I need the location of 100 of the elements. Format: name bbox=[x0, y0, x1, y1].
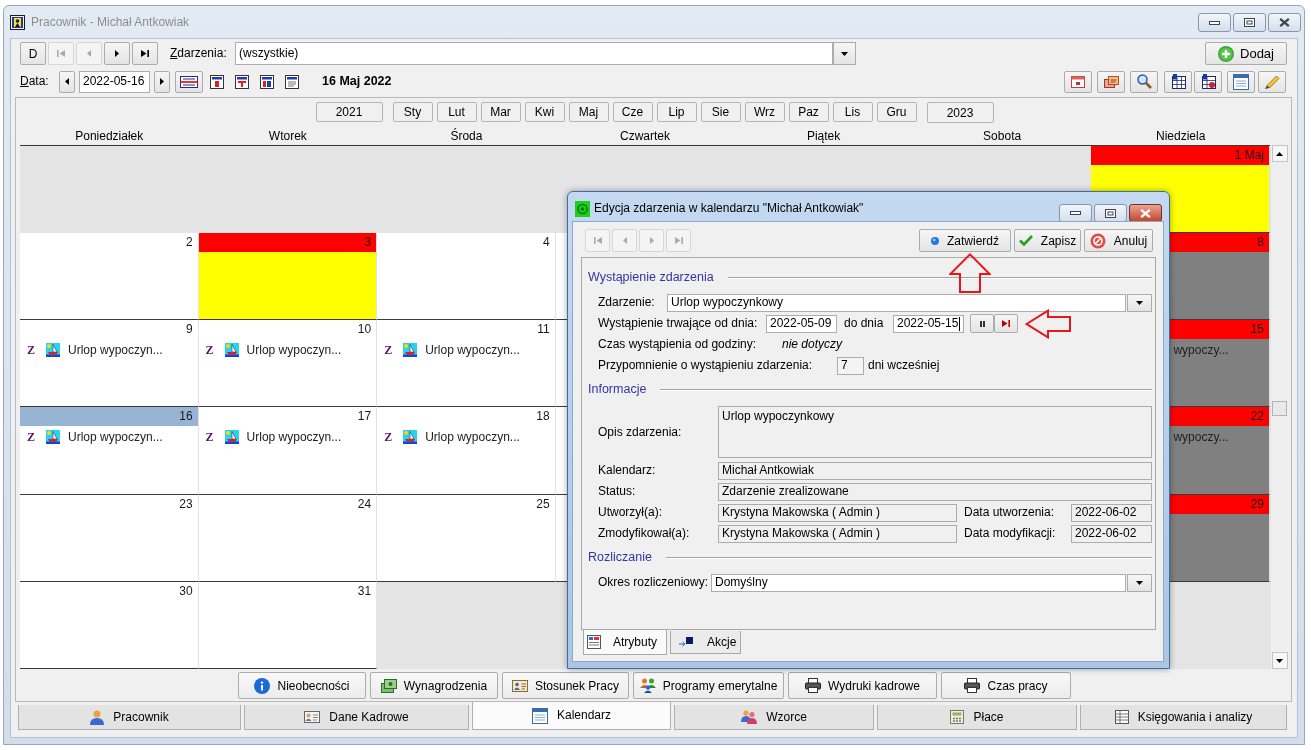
toolbar-button[interactable] bbox=[1097, 70, 1125, 93]
action-button[interactable]: Anuluj bbox=[1084, 229, 1153, 252]
previous-day-button[interactable] bbox=[59, 70, 75, 93]
calendar-list-icon[interactable] bbox=[285, 74, 299, 89]
day-cell[interactable]: 25 bbox=[377, 494, 556, 582]
event-title[interactable]: Urlop wypoczyn... bbox=[246, 430, 342, 445]
module-button[interactable]: Nieobecności bbox=[238, 672, 366, 699]
month-button[interactable]: Lut bbox=[436, 102, 477, 122]
event-title[interactable]: wypoczy... bbox=[1173, 430, 1229, 445]
day-cell[interactable]: 4 bbox=[377, 233, 556, 321]
readonly-field[interactable]: Zdarzenie zrealizowane bbox=[718, 482, 1152, 501]
event-title[interactable]: wypoczy... bbox=[1173, 342, 1229, 358]
filter-field[interactable]: (wszystkie) bbox=[235, 42, 833, 65]
range-button[interactable] bbox=[970, 314, 994, 333]
day-cell[interactable]: 18 Z Urlop wypoczyn... bbox=[377, 407, 556, 495]
day-cell[interactable]: 10 Z Urlop wypoczyn... bbox=[198, 320, 378, 408]
module-button[interactable]: Czas pracy bbox=[941, 672, 1071, 699]
month-button[interactable]: Paz bbox=[788, 102, 829, 122]
add-button[interactable]: Dodaj bbox=[1205, 42, 1287, 65]
date-field[interactable]: 2022-05-09 bbox=[766, 314, 837, 333]
minimize-button[interactable] bbox=[1059, 204, 1092, 222]
person-icon bbox=[90, 709, 105, 725]
calendar-icon bbox=[180, 75, 198, 88]
dropdown-button[interactable] bbox=[833, 42, 856, 65]
date-field[interactable]: 2022-05-16 bbox=[79, 70, 150, 93]
calendar-month-icon[interactable] bbox=[260, 74, 274, 89]
scroll-down-button[interactable] bbox=[1271, 652, 1288, 669]
sailboat-icon bbox=[46, 343, 60, 358]
event-title[interactable]: Urlop wypoczyn... bbox=[246, 342, 342, 358]
month-button[interactable]: Sie bbox=[700, 102, 741, 122]
month-button[interactable]: Cze bbox=[612, 102, 653, 122]
date-field[interactable]: 2022-05-15 bbox=[893, 314, 964, 333]
close-button[interactable] bbox=[1129, 204, 1162, 222]
module-button[interactable]: Wydruki kadrowe bbox=[788, 672, 937, 699]
number-field[interactable]: 7 bbox=[837, 356, 864, 375]
month-button[interactable]: Maj bbox=[568, 102, 609, 122]
readonly-field[interactable]: Krystyna Makowska ( Admin ) bbox=[718, 503, 957, 522]
close-button[interactable] bbox=[1268, 13, 1301, 32]
calendar-week-icon[interactable] bbox=[235, 74, 249, 89]
main-tab[interactable]: Pracownik bbox=[18, 705, 241, 730]
day-cell[interactable]: 31 bbox=[198, 581, 378, 669]
main-tab[interactable]: Dane Kadrowe bbox=[244, 705, 469, 730]
readonly-field[interactable]: Michał Antkowiak bbox=[718, 461, 1152, 480]
scrollbar[interactable] bbox=[1270, 145, 1288, 669]
nav-button[interactable] bbox=[132, 42, 158, 65]
scroll-up-button[interactable] bbox=[1271, 145, 1288, 162]
main-tab[interactable]: Księgowania i analizy bbox=[1080, 705, 1287, 730]
module-button[interactable]: Programy emerytalne bbox=[633, 672, 784, 699]
day-cell[interactable]: 16 Z Urlop wypoczyn... bbox=[20, 407, 199, 495]
month-button[interactable]: Kwi bbox=[524, 102, 565, 122]
calendar-day-icon[interactable] bbox=[210, 74, 224, 89]
action-button[interactable]: Zapisz bbox=[1014, 229, 1081, 252]
month-button[interactable]: Mar bbox=[480, 102, 521, 122]
day-cell[interactable]: 23 bbox=[20, 494, 199, 582]
module-button[interactable]: Stosunek Pracy bbox=[502, 672, 629, 699]
month-button[interactable]: Lip bbox=[656, 102, 697, 122]
day-cell[interactable]: 24 bbox=[198, 494, 378, 582]
dropdown-button[interactable] bbox=[1127, 293, 1152, 312]
readonly-field[interactable]: Krystyna Makowska ( Admin ) bbox=[718, 524, 957, 543]
day-cell[interactable]: 2 bbox=[20, 233, 199, 321]
module-button[interactable]: Wynagrodzenia bbox=[370, 672, 498, 699]
toolbar-button[interactable] bbox=[1194, 70, 1222, 93]
description-field[interactable]: Urlop wypoczynkowy bbox=[718, 406, 1152, 458]
toolbar-button[interactable] bbox=[1164, 70, 1192, 93]
scrollbar-thumb[interactable] bbox=[1272, 401, 1287, 416]
calendar-button[interactable] bbox=[175, 70, 203, 93]
action-button[interactable]: Zatwierdź bbox=[919, 229, 1011, 252]
day-cell[interactable]: 11 Z Urlop wypoczyn... bbox=[377, 320, 556, 408]
month-button[interactable]: Sty bbox=[392, 102, 433, 122]
main-tab[interactable]: Płace bbox=[877, 705, 1077, 730]
year-button[interactable]: 2021 bbox=[315, 102, 383, 122]
nav-button[interactable]: D bbox=[20, 42, 46, 65]
dialog-tab[interactable]: Atrybuty bbox=[583, 630, 667, 655]
next-day-button[interactable] bbox=[154, 70, 170, 93]
main-tab[interactable]: Kalendarz bbox=[472, 702, 671, 730]
nav-button[interactable] bbox=[104, 42, 130, 65]
dialog-tab[interactable]: Akcje bbox=[670, 631, 741, 654]
range-button[interactable] bbox=[994, 314, 1018, 333]
main-tab[interactable]: Wzorce bbox=[674, 705, 874, 730]
maximize-button[interactable] bbox=[1094, 204, 1127, 222]
maximize-button[interactable] bbox=[1233, 13, 1266, 32]
month-button[interactable]: Lis bbox=[832, 102, 873, 122]
dropdown-field[interactable]: Urlop wypoczynkowy bbox=[667, 293, 1126, 312]
minimize-button[interactable] bbox=[1198, 13, 1231, 32]
event-title[interactable]: Urlop wypoczyn... bbox=[425, 342, 520, 358]
month-button[interactable]: Wrz bbox=[744, 102, 785, 122]
day-cell[interactable]: 3 bbox=[198, 233, 378, 321]
day-cell[interactable]: 30 bbox=[20, 581, 199, 669]
readonly-field[interactable]: 2022-06-02 bbox=[1071, 524, 1152, 543]
readonly-field[interactable]: 2022-06-02 bbox=[1071, 503, 1152, 522]
dropdown-button[interactable] bbox=[1127, 573, 1152, 592]
dropdown-field[interactable]: Domyślny bbox=[711, 573, 1126, 592]
day-cell[interactable]: 17 Z Urlop wypoczyn... bbox=[198, 407, 378, 495]
event-title[interactable]: Urlop wypoczyn... bbox=[425, 430, 520, 445]
day-number: 23 bbox=[179, 496, 193, 512]
event-title[interactable]: Urlop wypoczyn... bbox=[68, 430, 163, 445]
month-button[interactable]: Gru bbox=[876, 102, 917, 122]
year-button[interactable]: 2023 bbox=[926, 102, 994, 123]
event-title[interactable]: Urlop wypoczyn... bbox=[68, 342, 163, 358]
day-cell[interactable]: 9 Z Urlop wypoczyn... bbox=[20, 320, 199, 408]
